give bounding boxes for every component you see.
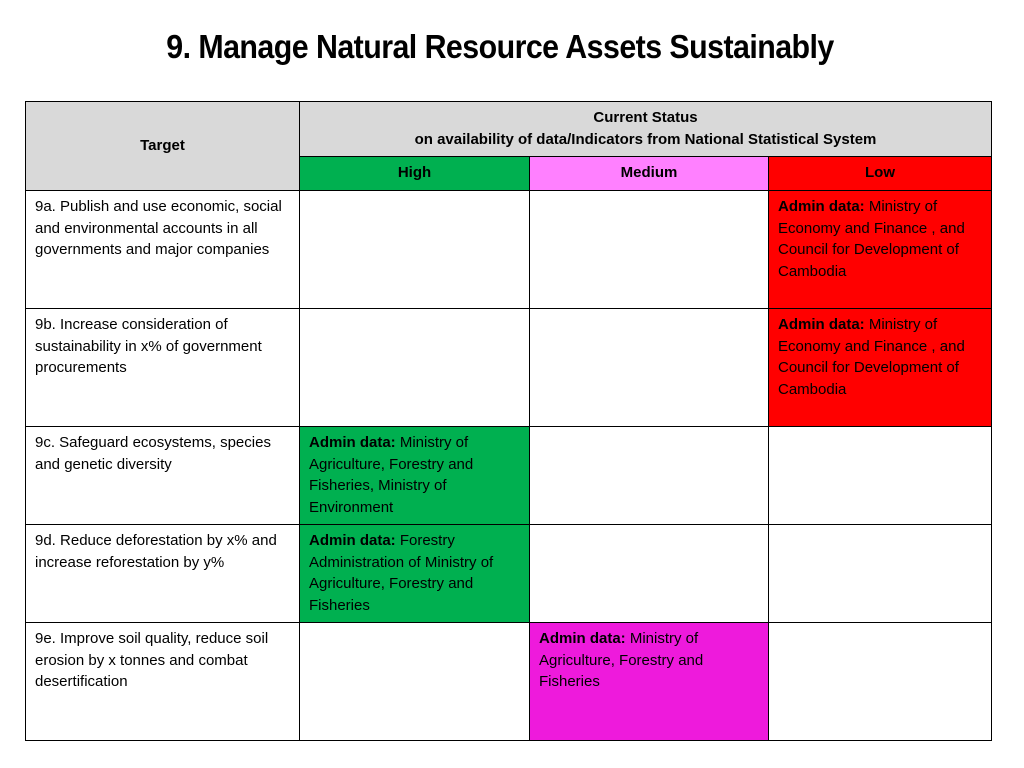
current-status-header: Current Status on availability of data/I…: [299, 100, 992, 158]
current-status-subtitle: on availability of data/Indicators from …: [414, 130, 877, 148]
medium-cell: [529, 308, 769, 427]
status-table: Target Current Status on availability of…: [25, 100, 992, 741]
table-row: 9d. Reduce deforestation by x% and incre…: [25, 524, 992, 623]
medium-cell: [529, 426, 769, 525]
low-cell: [768, 426, 992, 525]
page-title: 9. Manage Natural Resource Assets Sustai…: [166, 28, 834, 65]
target-cell: 9c. Safeguard ecosystems, species and ge…: [25, 426, 300, 525]
target-cell: 9e. Improve soil quality, reduce soil er…: [25, 622, 300, 741]
low-cell: [768, 524, 992, 623]
target-column-header: Target: [25, 101, 300, 191]
admin-data-label: Admin data:: [778, 316, 865, 333]
table-row: 9a. Publish and use economic, social and…: [25, 190, 992, 309]
medium-cell: [529, 190, 769, 309]
medium-column-header: Medium: [529, 156, 769, 191]
target-cell: 9b. Increase consideration of sustainabi…: [25, 308, 300, 427]
low-column-header: Low: [768, 156, 992, 191]
admin-data-label: Admin data:: [309, 434, 396, 451]
medium-cell: Admin data: Ministry of Agriculture, For…: [529, 622, 769, 741]
table-row: 9c. Safeguard ecosystems, species and ge…: [25, 426, 992, 525]
table-row: 9e. Improve soil quality, reduce soil er…: [25, 622, 992, 741]
medium-cell: [529, 524, 769, 623]
high-cell: [299, 308, 530, 427]
target-cell: 9d. Reduce deforestation by x% and incre…: [25, 524, 300, 623]
low-cell: Admin data: Ministry of Economy and Fina…: [768, 308, 992, 427]
high-cell: [299, 622, 530, 741]
admin-data-label: Admin data:: [778, 198, 865, 215]
high-cell: Admin data: Forestry Administration of M…: [299, 524, 530, 623]
low-cell: Admin data: Ministry of Economy and Fina…: [768, 190, 992, 309]
high-cell: [299, 190, 530, 309]
high-cell: Admin data: Ministry of Agriculture, For…: [299, 426, 530, 525]
low-cell: [768, 622, 992, 741]
target-cell: 9a. Publish and use economic, social and…: [25, 190, 300, 309]
admin-data-label: Admin data:: [539, 630, 626, 647]
current-status-title: Current Status: [593, 109, 698, 126]
table-row: 9b. Increase consideration of sustainabi…: [25, 308, 992, 427]
high-column-header: High: [299, 156, 530, 191]
admin-data-label: Admin data:: [309, 532, 396, 549]
header-row: Target Current Status on availability of…: [25, 100, 992, 191]
